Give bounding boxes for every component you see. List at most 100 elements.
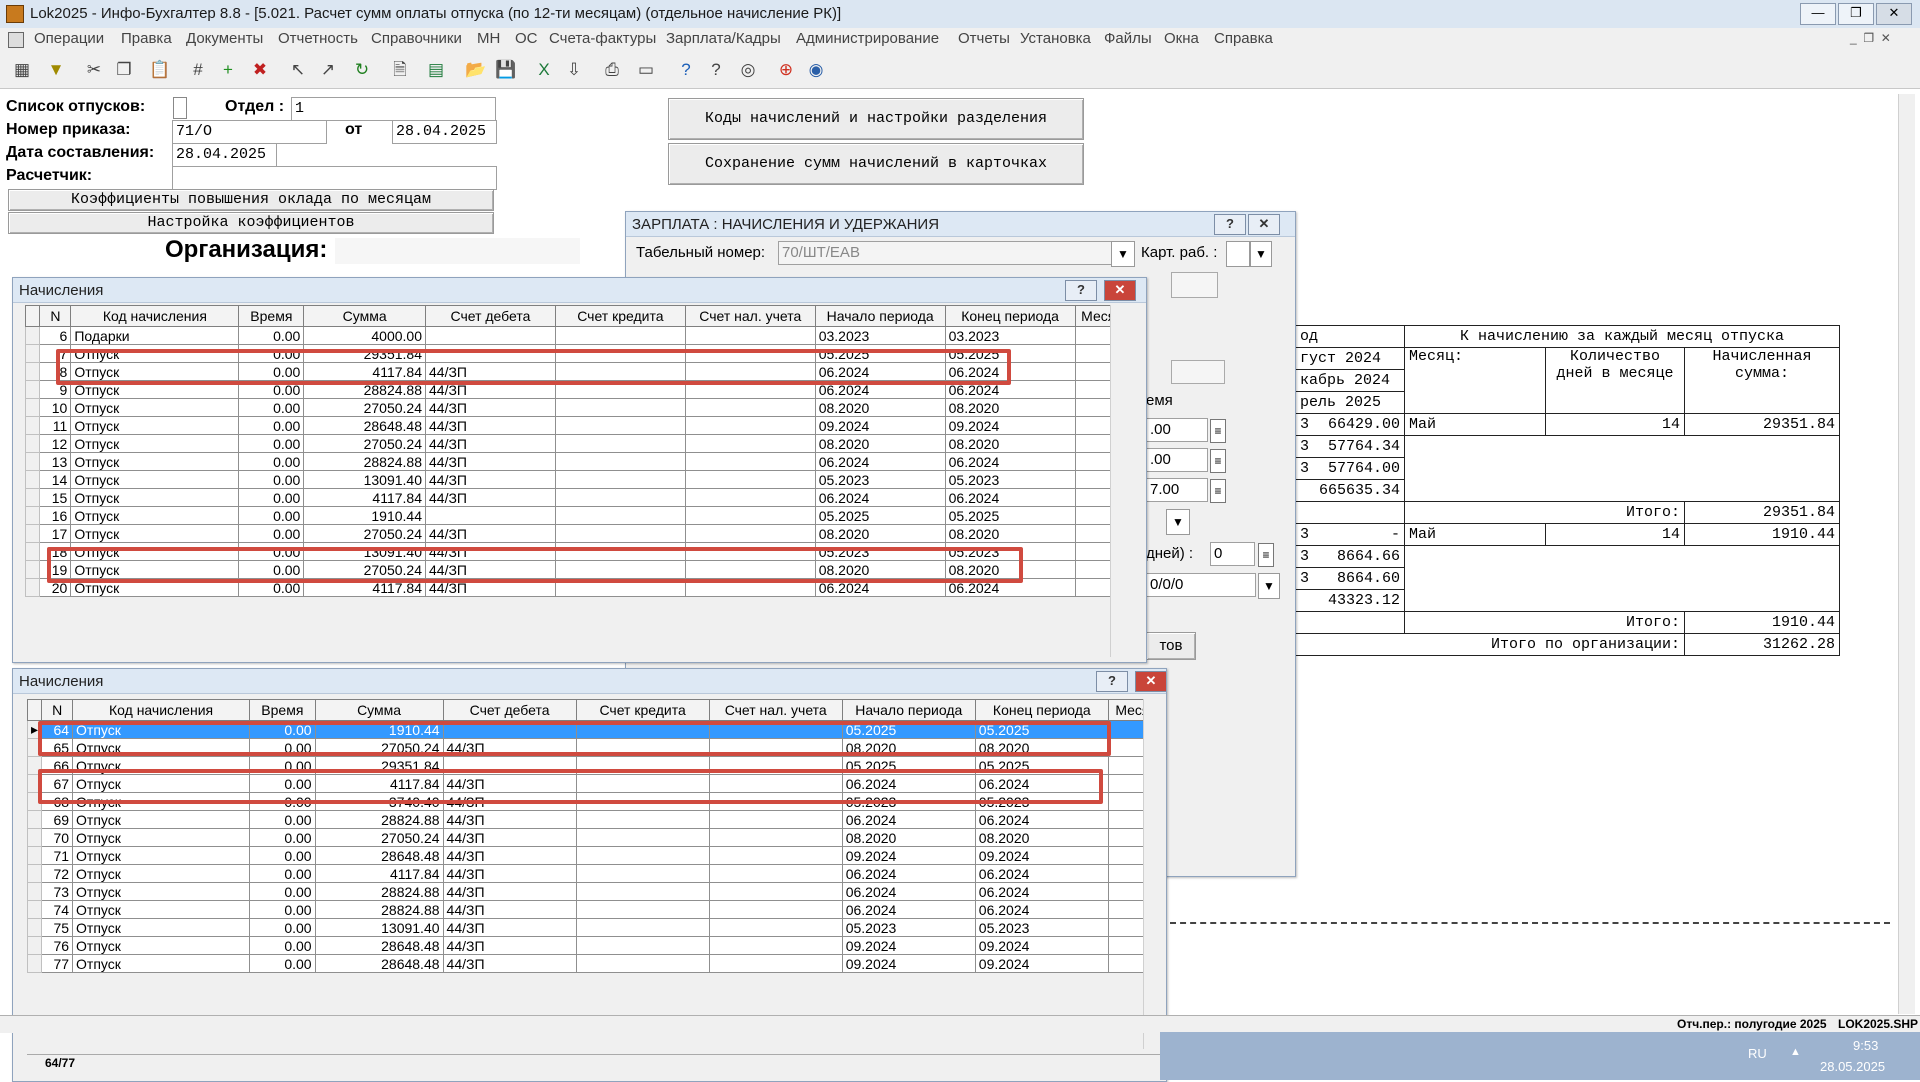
- table-cell[interactable]: 0.00: [249, 900, 316, 919]
- row-marker[interactable]: [26, 864, 43, 883]
- table-cell[interactable]: Подарки: [70, 326, 240, 345]
- table-cell[interactable]: [575, 900, 710, 919]
- preview-icon[interactable]: ▭: [634, 58, 658, 82]
- table-cell[interactable]: [708, 936, 843, 955]
- menu-item-9[interactable]: Администрирование: [796, 30, 939, 47]
- menu-item-7[interactable]: Счета-фактуры: [549, 30, 656, 47]
- menu-item-2[interactable]: Документы: [186, 30, 263, 47]
- table-cell[interactable]: 05.2025: [814, 506, 946, 525]
- menu-item-1[interactable]: Правка: [121, 30, 172, 47]
- table-cell[interactable]: 28824.88: [314, 900, 444, 919]
- close-button[interactable]: ✕: [1248, 214, 1280, 235]
- menu-item-3[interactable]: Отчетность: [278, 30, 358, 47]
- row-marker[interactable]: [24, 524, 41, 543]
- help-button[interactable]: ?: [1214, 214, 1246, 235]
- clock-time[interactable]: 9:53: [1853, 1038, 1878, 1053]
- table-cell[interactable]: [575, 864, 710, 883]
- copy-icon[interactable]: ❐: [112, 58, 136, 82]
- table-cell[interactable]: 08.2020: [841, 828, 976, 847]
- table-cell[interactable]: 08.2020: [944, 398, 1076, 417]
- table-cell[interactable]: [575, 936, 710, 955]
- table-cell[interactable]: 77: [41, 954, 74, 973]
- tabnum-dropdown-icon[interactable]: ▼: [1111, 241, 1135, 267]
- table-cell[interactable]: 14: [39, 470, 72, 489]
- dept-field[interactable]: 1: [291, 97, 496, 121]
- menu-item-14[interactable]: Справка: [1214, 30, 1273, 47]
- table-cell[interactable]: 09.2024: [814, 416, 946, 435]
- table-row[interactable]: 74Отпуск0.0028824.8844/ЗП06.202406.20240: [26, 900, 1158, 919]
- row-marker[interactable]: [26, 936, 43, 955]
- table-cell[interactable]: [554, 452, 686, 471]
- table-cell[interactable]: 75: [41, 918, 74, 937]
- table-row[interactable]: 13Отпуск0.0028824.8844/ЗП06.202406.20240: [24, 452, 1123, 471]
- table-cell[interactable]: [554, 416, 686, 435]
- table-cell[interactable]: 4117.84: [303, 488, 426, 507]
- row-marker[interactable]: [26, 918, 43, 937]
- table-cell[interactable]: 44/ЗП: [442, 864, 577, 883]
- column-header[interactable]: Счет кредита: [554, 305, 686, 327]
- order-date-field[interactable]: 28.04.2025: [392, 120, 497, 144]
- column-header[interactable]: N: [39, 305, 72, 327]
- cursor-icon[interactable]: ↖: [286, 58, 310, 82]
- table-row[interactable]: 71Отпуск0.0028648.4844/ЗП09.202409.20240: [26, 846, 1158, 865]
- table-cell[interactable]: 28648.48: [314, 936, 444, 955]
- table-row[interactable]: 70Отпуск0.0027050.2444/ЗП08.202008.20200: [26, 828, 1158, 847]
- table-cell[interactable]: [575, 918, 710, 937]
- column-header[interactable]: Время: [238, 305, 305, 327]
- column-header[interactable]: Начало периода: [814, 305, 946, 327]
- table-cell[interactable]: 09.2024: [944, 416, 1076, 435]
- row-marker[interactable]: [24, 416, 41, 435]
- code-dropdown-icon[interactable]: ▼: [1258, 573, 1280, 599]
- table-cell[interactable]: [425, 506, 556, 525]
- table-cell[interactable]: [708, 900, 843, 919]
- table-cell[interactable]: 09.2024: [974, 936, 1109, 955]
- column-header[interactable]: Код начисления: [70, 305, 240, 327]
- table-cell[interactable]: 69: [41, 810, 74, 829]
- table-cell[interactable]: [575, 882, 710, 901]
- table-cell[interactable]: 08.2020: [974, 828, 1109, 847]
- table-cell[interactable]: [684, 470, 816, 489]
- table-cell[interactable]: [554, 470, 686, 489]
- table-cell[interactable]: [708, 846, 843, 865]
- row-marker[interactable]: [24, 506, 41, 525]
- table-cell[interactable]: 0.00: [249, 882, 316, 901]
- table-cell[interactable]: 70: [41, 828, 74, 847]
- table-cell[interactable]: Отпуск: [72, 846, 251, 865]
- table-cell[interactable]: 0.00: [238, 488, 305, 507]
- table-cell[interactable]: 27050.24: [303, 398, 426, 417]
- table-cell[interactable]: 06.2024: [841, 810, 976, 829]
- minimize-button[interactable]: —: [1800, 3, 1836, 25]
- help-button[interactable]: ?: [1065, 280, 1097, 301]
- table-cell[interactable]: 05.2023: [974, 918, 1109, 937]
- table-cell[interactable]: 05.2023: [814, 470, 946, 489]
- table-cell[interactable]: [684, 506, 816, 525]
- coeff-months-button[interactable]: Коэффициенты повышения оклада по месяцам: [8, 189, 494, 211]
- table-cell[interactable]: 13091.40: [314, 918, 444, 937]
- aux-field-2[interactable]: [1171, 360, 1225, 384]
- codes-settings-button[interactable]: Коды начислений и настройки разделения: [668, 98, 1084, 140]
- table-row[interactable]: 14Отпуск0.0013091.4044/ЗП05.202305.20230: [24, 470, 1123, 489]
- table-cell[interactable]: Отпуск: [70, 452, 240, 471]
- close-button[interactable]: ✕: [1104, 280, 1136, 301]
- table-cell[interactable]: [554, 326, 686, 345]
- table-cell[interactable]: 12: [39, 434, 72, 453]
- column-header[interactable]: Конец периода: [974, 699, 1109, 721]
- menu-item-8[interactable]: Зарплата/Кадры: [666, 30, 781, 47]
- calculator-icon[interactable]: ▤: [424, 58, 448, 82]
- value-field-3[interactable]: 7.00: [1146, 478, 1208, 502]
- table-cell[interactable]: 0.00: [249, 918, 316, 937]
- column-header[interactable]: Счет дебета: [425, 305, 556, 327]
- table-cell[interactable]: 44/ЗП: [442, 882, 577, 901]
- table-row[interactable]: 73Отпуск0.0028824.8844/ЗП06.202406.20240: [26, 882, 1158, 901]
- table-cell[interactable]: 06.2024: [944, 452, 1076, 471]
- table-cell[interactable]: 44/ЗП: [425, 398, 556, 417]
- table-cell[interactable]: [425, 326, 556, 345]
- table-cell[interactable]: Отпуск: [72, 882, 251, 901]
- card-field[interactable]: [1226, 241, 1250, 267]
- table-cell[interactable]: 27050.24: [314, 828, 444, 847]
- column-header[interactable]: Время: [249, 699, 316, 721]
- table-cell[interactable]: 08.2020: [944, 524, 1076, 543]
- type-dropdown-icon[interactable]: ▼: [1166, 509, 1190, 535]
- row-marker[interactable]: [24, 470, 41, 489]
- lifebuoy-icon[interactable]: ⊕: [774, 58, 798, 82]
